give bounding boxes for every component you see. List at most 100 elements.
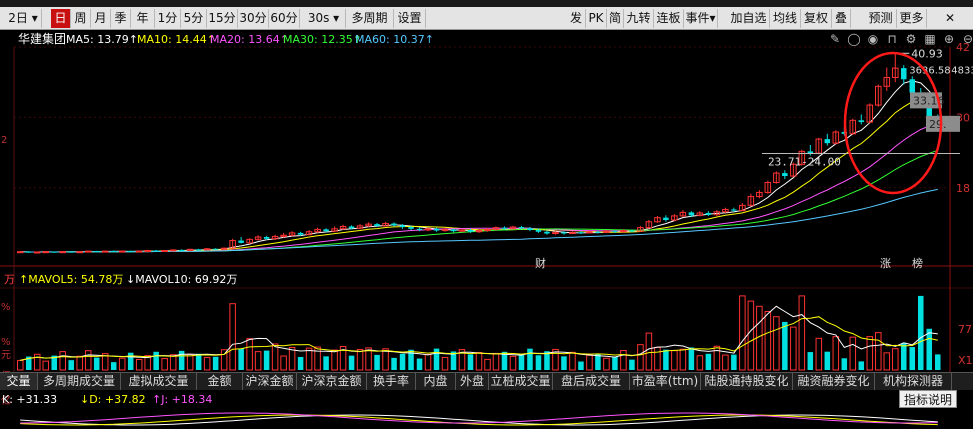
volume-bar-down — [909, 347, 916, 370]
volume-bar-up — [569, 351, 576, 371]
candle-body-up — [33, 251, 41, 254]
candle-body-down — [688, 212, 695, 216]
candle-body-down — [501, 227, 508, 229]
candle-body-down — [178, 249, 185, 251]
volume-bar-up — [271, 343, 279, 371]
candle-body-down — [578, 232, 584, 234]
volume-bar-up — [203, 356, 211, 371]
candle-body-up — [118, 250, 126, 253]
volume-bar-up — [696, 355, 704, 371]
candle-body-up — [101, 250, 109, 253]
volume-bar-up — [849, 336, 857, 371]
indicator-tab-13[interactable]: 融资融券变化 — [793, 373, 875, 390]
volume-bar-up — [441, 356, 449, 371]
event-marker: 榜 — [912, 256, 923, 270]
volume-bar-down — [297, 356, 304, 370]
volume-bar-up — [654, 346, 661, 371]
volume-bar-up — [603, 357, 610, 371]
indicator-tab-12[interactable]: 陆股通持股变化 — [701, 373, 793, 390]
candle-body-down — [408, 227, 414, 229]
indicator-tab-0[interactable]: 交量 — [0, 373, 38, 390]
indicator-tab-7[interactable]: 内盘 — [416, 373, 456, 390]
kdj-j-value: ↑J: +18.34 — [152, 393, 213, 406]
mavol5-label: ↑MAVOL5: 54.78万 — [19, 273, 124, 286]
volume-bar-up — [747, 300, 755, 371]
left-axis-label: % — [1, 302, 11, 313]
volume-bar-down — [824, 351, 831, 370]
volume-bar-down — [578, 361, 584, 370]
indicator-tab-9[interactable]: 立桩成交量 — [489, 373, 553, 390]
candle-body-down — [901, 68, 907, 80]
price-axis-label: 42 — [956, 41, 970, 54]
volume-bar-up — [161, 358, 168, 371]
mavol10-label: ↓MAVOL10: 69.92万 — [126, 273, 238, 286]
volume-bar-up — [280, 355, 287, 371]
candle-body-down — [807, 151, 814, 154]
candle-body-up — [144, 250, 151, 253]
indicator-tab-4[interactable]: 沪深金额 — [243, 373, 297, 390]
volume-bar-down — [110, 362, 117, 370]
indicator-tab-10[interactable]: 盘后成交量 — [553, 373, 630, 390]
indicator-tab-11[interactable]: 市盈率(ttm) — [630, 373, 701, 390]
candle-body-down — [595, 231, 601, 233]
volume-bar-down — [374, 354, 380, 370]
volume-bar-up — [492, 352, 500, 371]
volume-bar-up — [305, 347, 313, 371]
price-label-overlap: 4833 — [951, 65, 973, 76]
candle-body-down — [212, 248, 219, 250]
candle-body-up — [135, 250, 143, 253]
candle-body-down — [629, 230, 635, 232]
volume-unit: 万 — [4, 273, 15, 286]
price-label-overlap: 3636.58 — [909, 65, 950, 76]
volume-bar-down — [195, 353, 202, 370]
volume-bar-down — [399, 353, 406, 370]
volume-bar-down — [934, 354, 941, 370]
volume-bar-up — [773, 316, 780, 371]
volume-bar-down — [238, 348, 244, 370]
candle-body-down — [450, 229, 457, 232]
volume-bar-up — [42, 360, 49, 371]
candle-body-down — [909, 79, 916, 93]
indicator-tab-6[interactable]: 换手率 — [367, 373, 416, 390]
volume-bar-down — [263, 350, 270, 370]
volume-bar-down — [93, 357, 100, 370]
volume-bar-up — [186, 353, 194, 371]
candle-body-up — [84, 250, 92, 253]
candle-body-down — [323, 229, 329, 232]
event-marker: 财 — [535, 256, 546, 270]
volume-bar-up — [756, 305, 763, 371]
volume-bar-up — [713, 345, 721, 371]
candle-body-down — [467, 229, 474, 232]
indicator-tab-14[interactable]: 机构探测器 — [875, 373, 952, 390]
volume-bar-down — [323, 356, 329, 370]
indicator-tab-3[interactable]: 金额 — [197, 373, 243, 390]
max-price-label: 40.93 — [911, 47, 943, 60]
candle-body-down — [127, 251, 134, 253]
volume-bar-down — [782, 321, 788, 370]
volume-bar-down — [212, 356, 219, 370]
volume-bar-down — [68, 360, 74, 370]
volume-bar-up — [118, 357, 126, 371]
volume-bar-down — [178, 350, 185, 370]
volume-bar-down — [688, 347, 695, 370]
volume-bar-up — [764, 311, 772, 371]
volume-bar-up — [59, 351, 66, 371]
indicator-tab-2[interactable]: 虚拟成交量 — [121, 373, 197, 390]
indicator-tab-5[interactable]: 沪深京金额 — [297, 373, 367, 390]
candle-body-down — [51, 251, 57, 253]
indicator-tab-1[interactable]: 多周期成交量 — [38, 373, 121, 390]
volume-bar-up — [382, 348, 389, 371]
volume-bar-down — [467, 354, 474, 370]
indicator-tab-8[interactable]: 外盘 — [456, 373, 489, 390]
volume-bar-up — [679, 348, 687, 371]
candle-body-down — [68, 251, 74, 253]
candle-body-down — [195, 249, 202, 251]
candle-body-down — [348, 226, 355, 229]
volume-bar-down — [807, 352, 814, 370]
volume-bar-up — [424, 354, 432, 371]
volume-bar-down — [535, 355, 542, 370]
indicator-help-button[interactable]: 指标说明 — [899, 390, 957, 408]
candle-body-down — [374, 224, 380, 226]
volume-bar-up — [16, 359, 24, 371]
kline-chart[interactable]: 4230182%%元亿亿40.933636.58483333.1629.23.7… — [0, 0, 973, 429]
